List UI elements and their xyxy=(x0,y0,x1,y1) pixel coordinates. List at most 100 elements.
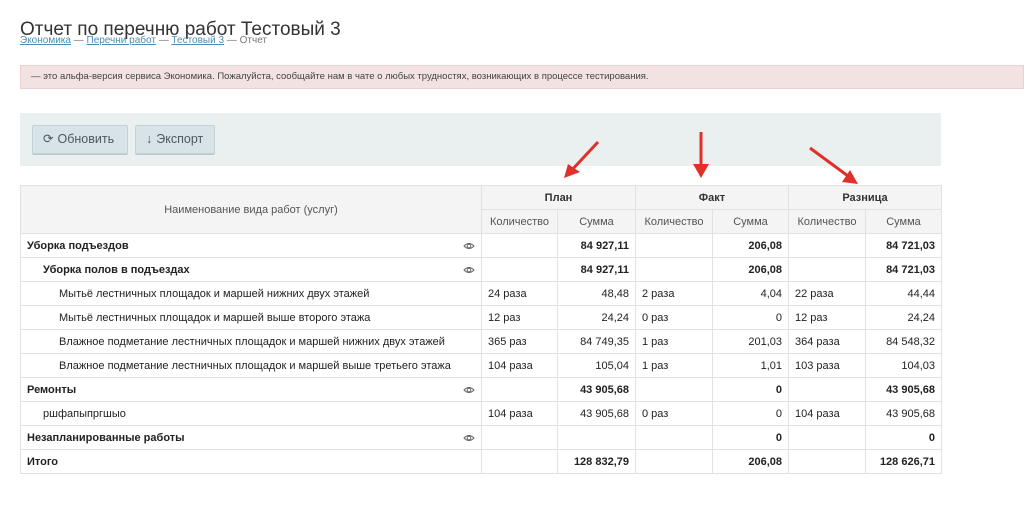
cell-plan-qty xyxy=(481,257,558,282)
table-row: Итого 128 832,79 206,08 128 626,71 xyxy=(20,449,942,474)
cell-diff-qty: 12 раз xyxy=(788,305,866,330)
cell-fact-qty: 1 раз xyxy=(635,329,713,354)
row-name-text: Уборка подъездов xyxy=(27,239,129,252)
table-row: Уборка подъездов 84 927,11 206,08 84 721,03 xyxy=(20,233,942,258)
cell-diff-sum: 43 905,68 xyxy=(865,377,942,402)
cell-diff-sum: 43 905,68 xyxy=(865,401,942,426)
report-table-body: Уборка подъездов 84 927,11 206,08 84 721,03… xyxy=(20,233,942,474)
cell-fact-qty xyxy=(635,257,713,282)
header-diff-qty: Количество xyxy=(788,209,866,234)
cell-plan-qty: 12 раз xyxy=(481,305,558,330)
cell-diff-sum: 0 xyxy=(865,425,942,450)
toolbar: ⟳ Обновить ↓ Экспорт xyxy=(20,113,941,166)
cell-diff-qty xyxy=(788,257,866,282)
cell-plan-sum: 43 905,68 xyxy=(557,377,636,402)
refresh-button-label: Обновить xyxy=(57,132,115,146)
row-name-text: Мытьё лестничных площадок и маршей выше … xyxy=(59,311,371,324)
row-name: Мытьё лестничных площадок и маршей выше … xyxy=(20,305,482,330)
row-name: Уборка полов в подъездах xyxy=(20,257,482,282)
cell-plan-qty xyxy=(481,233,558,258)
cell-plan-qty: 104 раза xyxy=(481,353,558,378)
eye-icon[interactable] xyxy=(463,384,475,396)
table-row: Влажное подметание лестничных площадок и… xyxy=(20,329,942,354)
breadcrumb-current: Отчет xyxy=(239,35,268,46)
cell-diff-qty xyxy=(788,377,866,402)
header-group-plan: План xyxy=(481,185,636,210)
table-row: Ремонты 43 905,68 0 43 905,68 xyxy=(20,377,942,402)
cell-fact-sum: 4,04 xyxy=(712,281,789,306)
row-name: ршфапыпргшыо xyxy=(20,401,482,426)
row-name-text: Влажное подметание лестничных площадок и… xyxy=(59,335,445,348)
cell-fact-qty: 2 раза xyxy=(635,281,713,306)
cell-plan-qty: 365 раз xyxy=(481,329,558,354)
cell-diff-qty xyxy=(788,233,866,258)
cell-fact-sum: 0 xyxy=(712,401,789,426)
row-name: Влажное подметание лестничных площадок и… xyxy=(20,353,482,378)
cell-fact-qty xyxy=(635,233,713,258)
report-table: Наименование вида работ (услуг) План Фак… xyxy=(20,185,942,474)
cell-fact-sum: 206,08 xyxy=(712,257,789,282)
cell-fact-qty: 0 раз xyxy=(635,305,713,330)
row-name-text: Влажное подметание лестничных площадок и… xyxy=(59,359,451,372)
breadcrumb-link-economy[interactable]: Экономика xyxy=(20,35,71,46)
refresh-button[interactable]: ⟳ Обновить xyxy=(32,125,128,154)
cell-diff-qty: 104 раза xyxy=(788,401,866,426)
row-name: Ремонты xyxy=(20,377,482,402)
breadcrumb-separator: — xyxy=(158,35,169,46)
row-name-text: Ремонты xyxy=(27,383,77,396)
cell-fact-sum: 1,01 xyxy=(712,353,789,378)
row-name-text: Уборка полов в подъездах xyxy=(43,263,190,276)
cell-diff-qty xyxy=(788,449,866,474)
cell-diff-sum: 84 721,03 xyxy=(865,233,942,258)
cell-diff-sum: 84 721,03 xyxy=(865,257,942,282)
header-work-name: Наименование вида работ (услуг) xyxy=(20,185,482,234)
cell-plan-sum: 84 927,11 xyxy=(557,257,636,282)
row-name-text: Незапланированные работы xyxy=(27,431,185,444)
row-name: Итого xyxy=(20,449,482,474)
cell-plan-qty xyxy=(481,449,558,474)
cell-plan-qty: 24 раза xyxy=(481,281,558,306)
row-name: Влажное подметание лестничных площадок и… xyxy=(20,329,482,354)
table-row: Уборка полов в подъездах 84 927,11 206,08 8… xyxy=(20,257,942,282)
row-name: Незапланированные работы xyxy=(20,425,482,450)
header-fact-qty: Количество xyxy=(635,209,713,234)
export-button[interactable]: ↓ Экспорт xyxy=(135,125,215,154)
cell-plan-qty xyxy=(481,377,558,402)
cell-fact-qty xyxy=(635,449,713,474)
header-plan-sum: Сумма xyxy=(557,209,636,234)
row-name: Мытьё лестничных площадок и маршей нижни… xyxy=(20,281,482,306)
cell-fact-sum: 0 xyxy=(712,425,789,450)
cell-fact-sum: 206,08 xyxy=(712,449,789,474)
header-plan-qty: Количество xyxy=(481,209,558,234)
eye-icon[interactable] xyxy=(463,240,475,252)
cell-diff-qty xyxy=(788,425,866,450)
breadcrumb-link-test-3[interactable]: Тестовый 3 xyxy=(171,35,224,46)
cell-plan-sum: 84 927,11 xyxy=(557,233,636,258)
cell-diff-sum: 24,24 xyxy=(865,305,942,330)
cell-fact-sum: 206,08 xyxy=(712,233,789,258)
cell-plan-qty xyxy=(481,425,558,450)
table-row: ршфапыпргшыо 104 раза 43 905,68 0 раз 0 104 р… xyxy=(20,401,942,426)
table-row: Мытьё лестничных площадок и маршей нижни… xyxy=(20,281,942,306)
cell-plan-sum: 24,24 xyxy=(557,305,636,330)
eye-icon[interactable] xyxy=(463,432,475,444)
table-row: Влажное подметание лестничных площадок и… xyxy=(20,353,942,378)
cell-fact-sum: 201,03 xyxy=(712,329,789,354)
header-diff-sum: Сумма xyxy=(865,209,942,234)
row-name-text: ршфапыпргшыо xyxy=(43,407,126,420)
cell-plan-sum: 43 905,68 xyxy=(557,401,636,426)
cell-diff-qty: 22 раза xyxy=(788,281,866,306)
cell-fact-qty xyxy=(635,425,713,450)
table-row: Мытьё лестничных площадок и маршей выше … xyxy=(20,305,942,330)
breadcrumb-separator: — xyxy=(73,35,84,46)
cell-fact-qty: 1 раз xyxy=(635,353,713,378)
cell-fact-sum: 0 xyxy=(712,305,789,330)
header-fact-sum: Сумма xyxy=(712,209,789,234)
cell-diff-sum: 104,03 xyxy=(865,353,942,378)
refresh-icon: ⟳ xyxy=(43,132,54,146)
cell-diff-sum: 128 626,71 xyxy=(865,449,942,474)
cell-diff-qty: 364 раза xyxy=(788,329,866,354)
breadcrumb-link-work-lists[interactable]: Перечни работ xyxy=(87,35,156,46)
cell-plan-sum xyxy=(557,425,636,450)
eye-icon[interactable] xyxy=(463,264,475,276)
